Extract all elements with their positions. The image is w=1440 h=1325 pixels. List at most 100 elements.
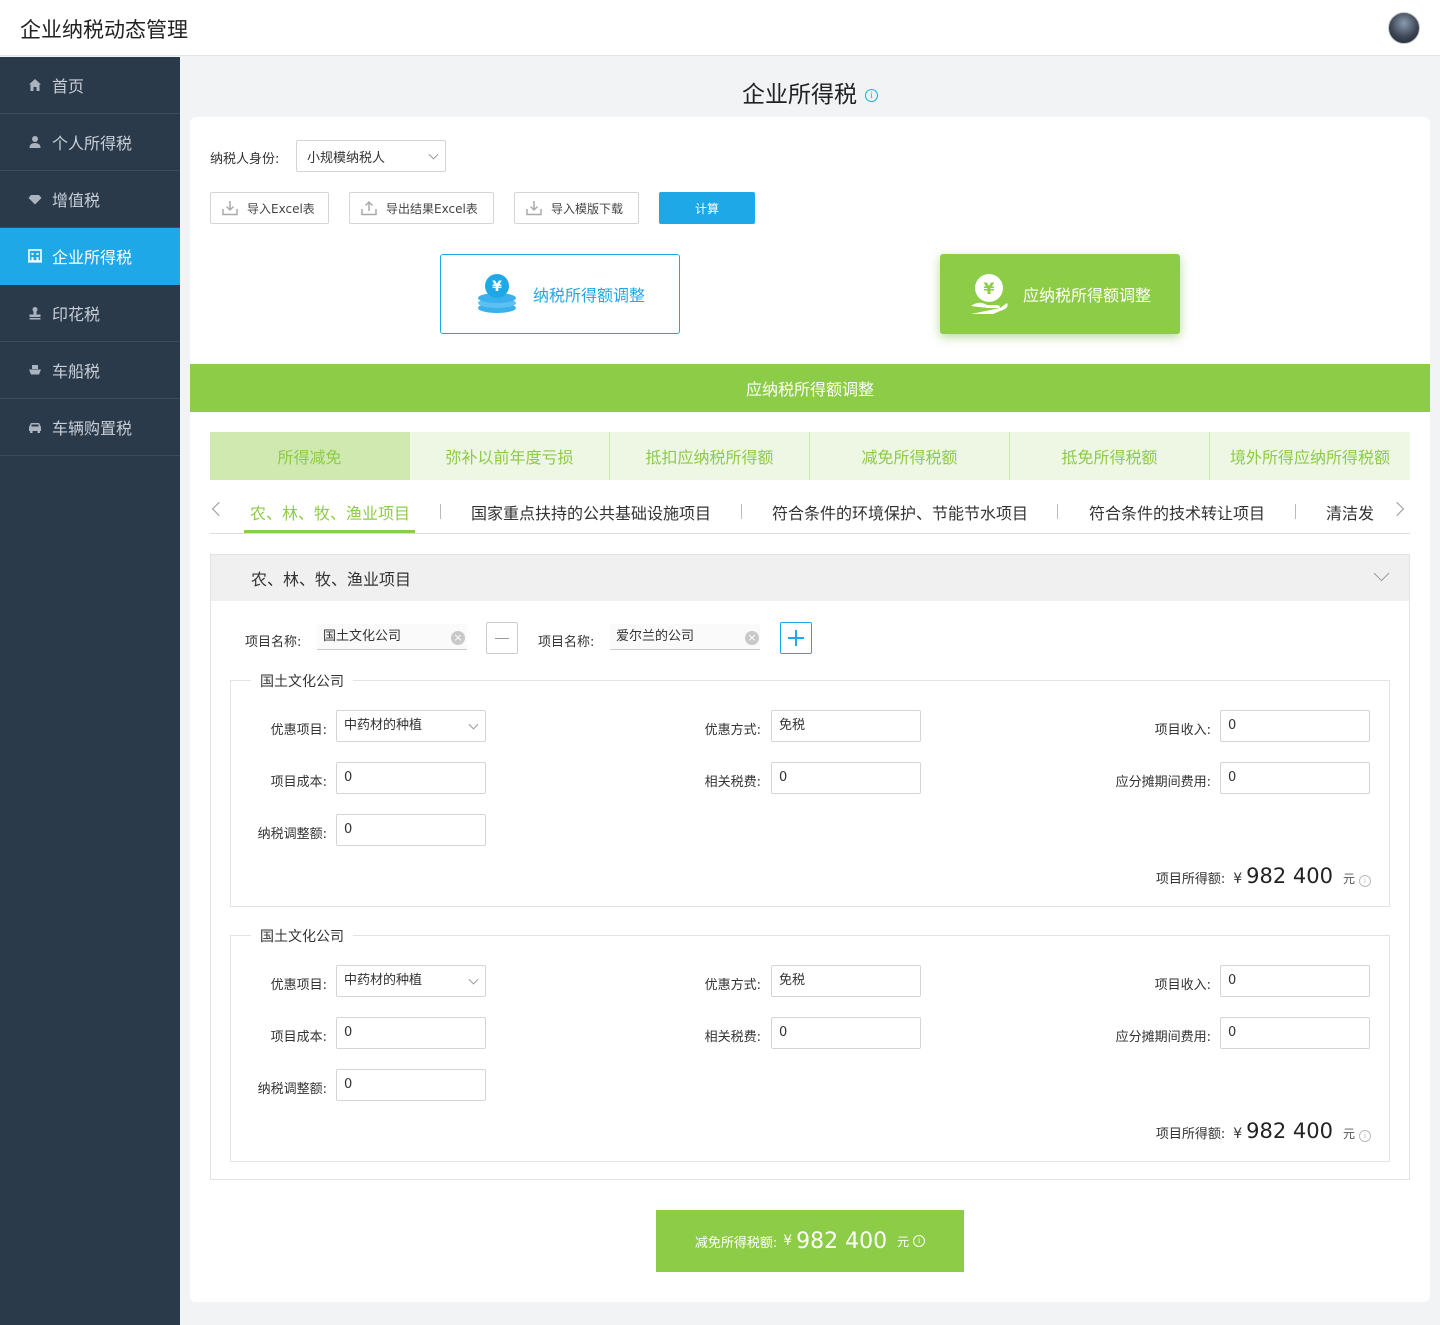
project-name-input[interactable]: 国土文化公司 — [317, 624, 467, 650]
info-icon[interactable]: i — [865, 89, 878, 102]
chevron-down-icon[interactable] — [1373, 565, 1390, 582]
main-content: 企业所得税 i 纳税人身份: 小规模纳税人 导入Excel表 导出结果Excel表… — [180, 57, 1440, 1325]
project-cost-input[interactable]: 0 — [336, 1017, 486, 1049]
payable-income-adjust-button[interactable]: ¥ 应纳税所得额调整 — [940, 254, 1180, 334]
result-unit: 元 — [1342, 872, 1355, 886]
preferential-method-input[interactable]: 免税 — [771, 710, 921, 742]
coins-icon: ¥ — [477, 274, 516, 313]
taxpayer-identity-value: 小规模纳税人 — [307, 150, 386, 166]
tax-adjustment-label: 纳税调整额: — [257, 1082, 327, 1097]
sidebar-item-home[interactable]: 首页 — [0, 57, 180, 114]
calculate-button[interactable]: 计算 — [659, 192, 755, 224]
preferential-item-label: 优惠项目: — [270, 978, 327, 993]
tab-tax-credit[interactable]: 抵免所得税额 — [1010, 432, 1210, 480]
project-name-value: 爱尔兰的公司 — [616, 629, 695, 644]
download-template-button[interactable]: 导入模版下载 — [514, 192, 639, 224]
info-icon[interactable]: i — [1359, 875, 1371, 887]
preferential-item-value: 中药材的种植 — [344, 718, 423, 733]
preferential-method-label: 优惠方式: — [704, 978, 761, 993]
project-income-input[interactable]: 0 — [1220, 965, 1370, 997]
taxable-income-adjust-button[interactable]: ¥ 纳税所得额调整 — [440, 254, 680, 334]
clear-icon[interactable]: × — [451, 631, 465, 645]
sidebar-item-vat[interactable]: 增值税 — [0, 171, 180, 228]
total-unit: 元 — [897, 1234, 910, 1249]
panel-header[interactable]: 农、林、牧、渔业项目 — [211, 555, 1409, 601]
tab-loss-carryforward[interactable]: 弥补以前年度亏损 — [410, 432, 610, 480]
app-title: 企业纳税动态管理 — [20, 18, 188, 42]
period-expense-input[interactable]: 0 — [1220, 762, 1370, 794]
subtab-bar: 农、林、牧、渔业项目 国家重点扶持的公共基础设施项目 符合条件的环境保护、节能节… — [210, 492, 1410, 534]
info-icon[interactable]: i — [913, 1235, 926, 1247]
tab-income-reduction[interactable]: 所得减免 — [210, 432, 410, 480]
preferential-method-label: 优惠方式: — [704, 723, 761, 738]
project-name-input[interactable]: 爱尔兰的公司 — [610, 624, 760, 650]
related-taxes-input[interactable]: 0 — [771, 762, 921, 794]
taxable-income-adjust-label: 纳税所得额调整 — [532, 286, 645, 305]
related-taxes-label: 相关税费: — [704, 775, 761, 790]
svg-text:¥: ¥ — [983, 279, 994, 298]
section-bar: 应纳税所得额调整 — [190, 364, 1430, 412]
period-expense-input[interactable]: 0 — [1220, 1017, 1370, 1049]
chevron-down-icon — [468, 719, 479, 730]
project-income-input[interactable]: 0 — [1220, 710, 1370, 742]
clear-icon[interactable]: × — [745, 631, 759, 645]
project-income-result: 项目所得额: ¥ 982 400 元 i — [1156, 864, 1371, 888]
preferential-method-input[interactable]: 免税 — [771, 965, 921, 997]
tax-adjustment-input[interactable]: 0 — [336, 814, 486, 846]
preferential-item-select[interactable]: 中药材的种植 — [336, 965, 486, 997]
subtab-technology-transfer[interactable]: 符合条件的技术转让项目 — [1089, 500, 1265, 524]
project-name-label: 项目名称: — [538, 635, 595, 650]
user-icon — [28, 135, 42, 149]
sidebar-item-label: 印花税 — [52, 305, 101, 324]
add-project-button[interactable] — [780, 622, 812, 654]
sidebar-item-vehicle-purchase-tax[interactable]: 车辆购置税 — [0, 399, 180, 456]
total-label: 减免所得税额: — [694, 1235, 778, 1251]
sidebar-item-label: 增值税 — [52, 191, 101, 210]
tab-tax-reduction[interactable]: 减免所得税额 — [810, 432, 1010, 480]
preferential-item-value: 中药材的种植 — [344, 973, 423, 988]
sidebar-item-vessel-tax[interactable]: 车船税 — [0, 342, 180, 399]
download-icon — [525, 199, 543, 217]
upload-icon — [360, 199, 378, 217]
export-results-label: 导出结果Excel表 — [386, 201, 478, 216]
project-cost-input[interactable]: 0 — [336, 762, 486, 794]
home-icon — [28, 78, 42, 92]
sidebar-item-stamp-tax[interactable]: 印花税 — [0, 285, 180, 342]
import-excel-button[interactable]: 导入Excel表 — [210, 192, 329, 224]
chevron-down-icon — [428, 149, 439, 160]
sidebar-item-corporate-income-tax[interactable]: 企业所得税 — [0, 228, 180, 285]
scroll-right-icon[interactable] — [1389, 501, 1405, 517]
download-template-label: 导入模版下载 — [551, 201, 624, 216]
project-income-label: 项目收入: — [1154, 723, 1211, 738]
subtab-agriculture[interactable]: 农、林、牧、渔业项目 — [250, 500, 410, 524]
subtab-clean-development[interactable]: 清洁发 — [1326, 500, 1374, 524]
project-cost-label: 项目成本: — [270, 775, 327, 790]
page-title: 企业所得税 i — [180, 75, 1440, 109]
export-results-button[interactable]: 导出结果Excel表 — [349, 192, 494, 224]
sidebar-item-label: 首页 — [52, 77, 85, 96]
related-taxes-input[interactable]: 0 — [771, 1017, 921, 1049]
result-label: 项目所得额: — [1155, 1127, 1226, 1142]
user-avatar[interactable] — [1388, 12, 1420, 44]
total-reduction-button[interactable]: 减免所得税额: ¥ 982 400 元 i — [656, 1210, 964, 1272]
scroll-left-icon[interactable] — [211, 501, 227, 517]
tab-deduct-taxable-income[interactable]: 抵扣应纳税所得额 — [610, 432, 810, 480]
tab-foreign-income-tax[interactable]: 境外所得应纳所得税额 — [1210, 432, 1410, 480]
top-bar: 企业纳税动态管理 — [0, 0, 1440, 56]
tax-adjustment-input[interactable]: 0 — [336, 1069, 486, 1101]
project-name-value: 国土文化公司 — [323, 629, 402, 644]
main-card: 纳税人身份: 小规模纳税人 导入Excel表 导出结果Excel表 导入模版下载… — [190, 117, 1430, 1302]
sidebar-item-personal-income-tax[interactable]: 个人所得税 — [0, 114, 180, 171]
subtab-environmental[interactable]: 符合条件的环境保护、节能节水项目 — [772, 500, 1028, 524]
panel-title: 农、林、牧、渔业项目 — [251, 570, 412, 589]
project-income-result: 项目所得额: ¥ 982 400 元 i — [1156, 1119, 1371, 1143]
info-icon[interactable]: i — [1359, 1130, 1371, 1142]
remove-project-button[interactable] — [486, 622, 518, 654]
sidebar-item-label: 车辆购置税 — [52, 419, 133, 438]
taxpayer-identity-select[interactable]: 小规模纳税人 — [296, 140, 446, 172]
download-icon — [221, 199, 239, 217]
taxpayer-identity-label: 纳税人身份: — [210, 152, 280, 167]
subtab-infrastructure[interactable]: 国家重点扶持的公共基础设施项目 — [471, 500, 711, 524]
subtab-divider — [1057, 504, 1058, 519]
preferential-item-select[interactable]: 中药材的种植 — [336, 710, 486, 742]
